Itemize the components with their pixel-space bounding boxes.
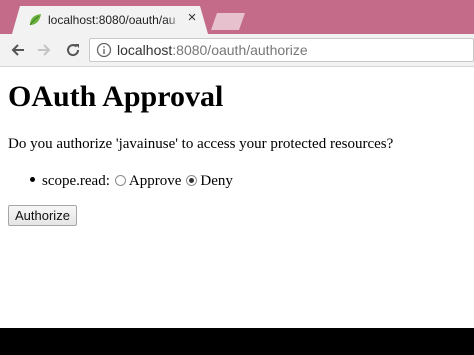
approve-label[interactable]: Approve — [129, 173, 182, 189]
leaf-icon — [29, 14, 41, 26]
info-icon[interactable] — [96, 42, 112, 58]
scope-list-item: scope.read: Approve Deny — [30, 171, 233, 191]
back-button[interactable] — [8, 40, 28, 60]
url-path: :8080/oauth/authorize — [172, 42, 308, 58]
url-host: localhost — [117, 42, 173, 58]
reload-button[interactable] — [63, 40, 83, 60]
browser-tab[interactable]: localhost:8080/oauth/au × — [12, 6, 208, 34]
reload-icon — [67, 44, 80, 57]
tab-strip: localhost:8080/oauth/au × — [0, 0, 474, 34]
new-tab-button[interactable] — [211, 13, 245, 30]
arrow-right-icon — [38, 44, 51, 56]
scope-label: scope.read: — [42, 173, 110, 189]
address-bar[interactable]: localhost:8080/oauth/authorize — [89, 38, 474, 62]
tab-title-fade — [166, 6, 184, 34]
browser-window: localhost:8080/oauth/au × localhost:8080… — [0, 0, 474, 328]
tab-title: localhost:8080/oauth/au — [48, 13, 176, 27]
deny-label[interactable]: Deny — [200, 173, 233, 189]
arrow-left-icon — [11, 44, 24, 56]
browser-toolbar: localhost:8080/oauth/authorize — [0, 34, 474, 67]
authorize-button[interactable]: Authorize — [8, 205, 77, 226]
video-frame: localhost:8080/oauth/au × localhost:8080… — [0, 0, 474, 355]
close-tab-icon[interactable]: × — [184, 10, 200, 26]
bullet-icon — [30, 177, 35, 182]
forward-button[interactable] — [34, 40, 54, 60]
url-text[interactable]: localhost:8080/oauth/authorize — [117, 41, 308, 59]
deny-radio[interactable] — [186, 175, 198, 186]
approve-radio[interactable] — [114, 175, 126, 186]
authorization-question: Do you authorize 'javainuse' to access y… — [8, 136, 394, 152]
page-title: OAuth Approval — [8, 80, 224, 113]
